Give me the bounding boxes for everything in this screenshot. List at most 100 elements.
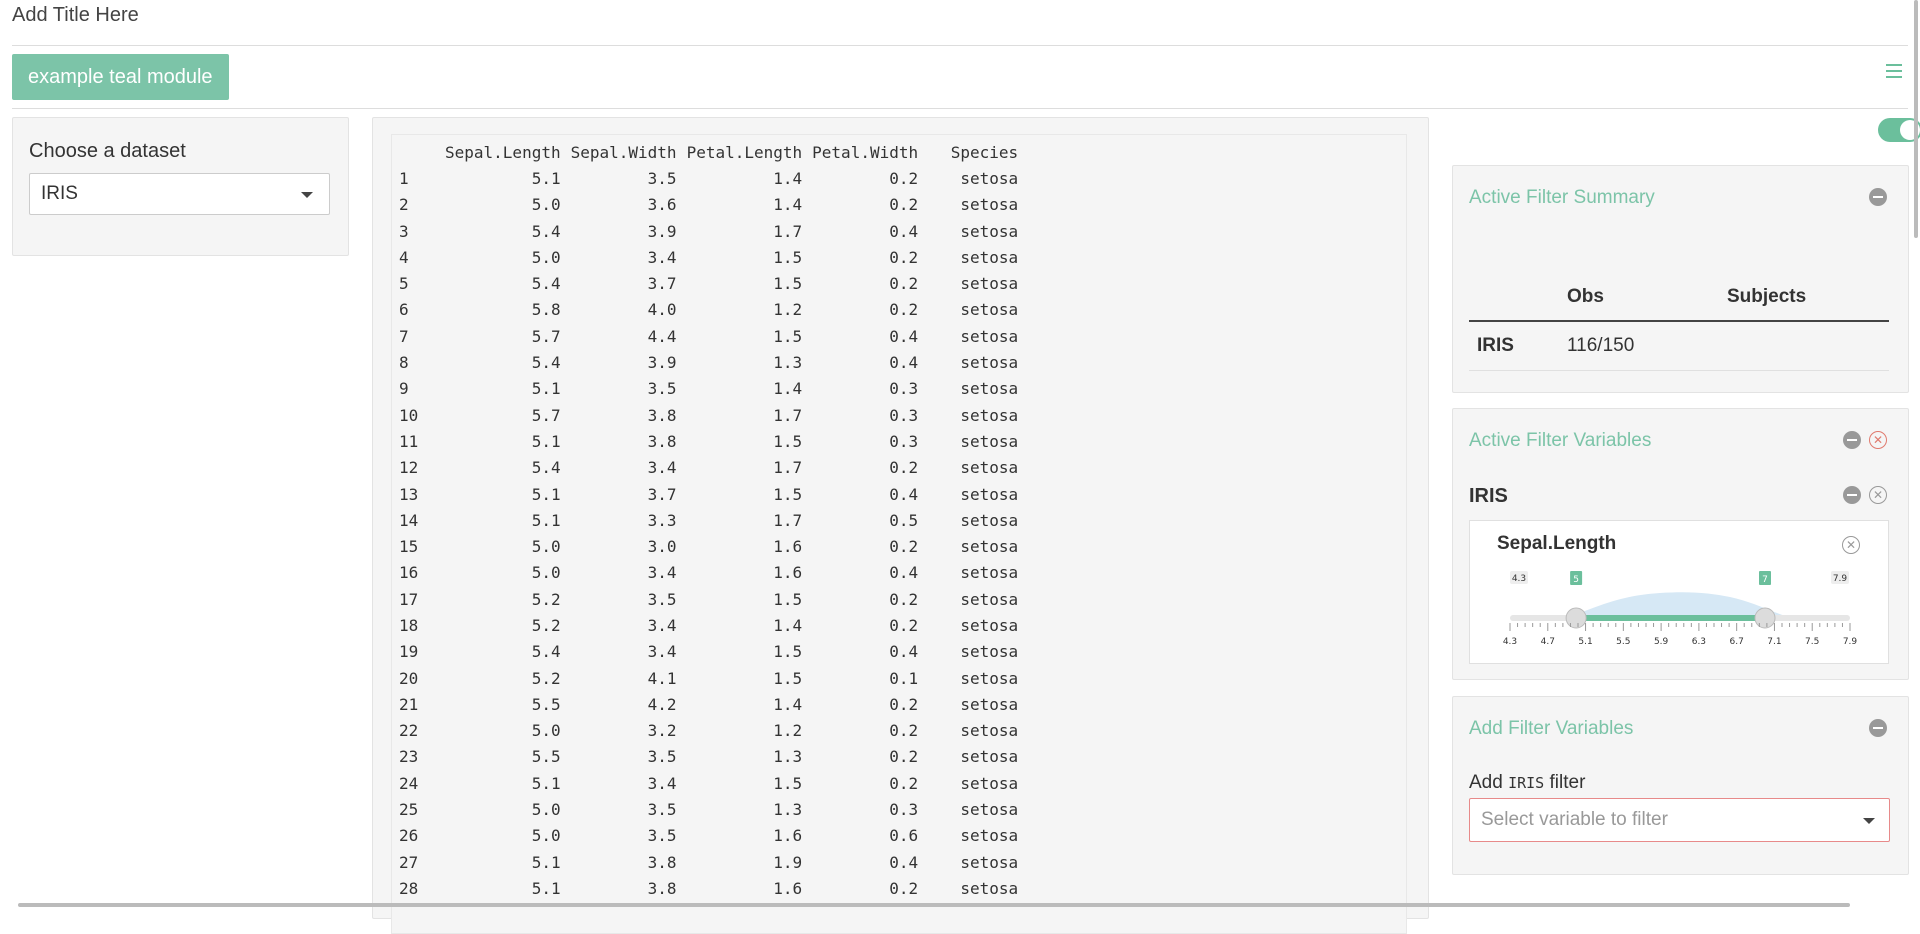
- table-cell: 0.4: [889, 642, 919, 662]
- table-cell: setosa: [960, 826, 1019, 846]
- table-cell: 0.4: [889, 353, 919, 373]
- dataset-select[interactable]: IRIS: [29, 173, 330, 215]
- slider-tick-label: 7.9: [1843, 637, 1858, 647]
- table-cell: 1.5: [773, 274, 803, 294]
- table-cell: 5.0: [531, 800, 561, 820]
- remove-all-filters-icon[interactable]: ✕: [1869, 431, 1887, 449]
- vertical-scrollbar[interactable]: [1914, 0, 1918, 238]
- slider-tick-label: 7.1: [1767, 637, 1781, 647]
- collapse-dataset-filters-icon[interactable]: [1843, 486, 1861, 504]
- table-cell: 3.5: [647, 168, 677, 188]
- summary-row: IRIS 116/150: [1469, 321, 1889, 371]
- table-cell: 0.2: [889, 458, 919, 478]
- active-filters-card: Active Filter Variables ✕ IRIS ✕ Sepal.L…: [1452, 408, 1909, 680]
- table-row: 26 5.0 3.5 1.6 0.6 setosa: [394, 823, 1023, 849]
- table-cell: 4.1: [647, 668, 677, 688]
- remove-filter-icon[interactable]: ✕: [1842, 536, 1860, 554]
- table-cell: 3.6: [647, 195, 677, 215]
- table-cell: 3.7: [647, 484, 677, 504]
- add-filter-label-suffix: filter: [1549, 772, 1586, 793]
- table-cell: 3.4: [647, 247, 677, 267]
- slider-handle-to[interactable]: [1754, 607, 1776, 629]
- table-cell: 3.9: [647, 353, 677, 373]
- summary-header-subjects: Subjects: [1726, 274, 1889, 322]
- table-cell: setosa: [960, 458, 1019, 478]
- row-index: 26: [399, 826, 419, 846]
- table-row: 23 5.5 3.5 1.3 0.2 setosa: [394, 744, 1023, 770]
- row-index: 3: [399, 221, 409, 241]
- table-cell: 5.0: [531, 826, 561, 846]
- row-index: 4: [399, 247, 409, 267]
- table-cell: 0.2: [889, 589, 919, 609]
- table-cell: 5.2: [531, 615, 561, 635]
- table-cell: 0.4: [889, 221, 919, 241]
- table-cell: 5.1: [531, 379, 561, 399]
- table-cell: setosa: [960, 694, 1019, 714]
- filter-variable-select[interactable]: Select variable to filter: [1469, 798, 1890, 842]
- remove-dataset-filters-icon[interactable]: ✕: [1869, 486, 1887, 504]
- collapse-active-filters-icon[interactable]: [1843, 431, 1861, 449]
- table-cell: 0.3: [889, 379, 919, 399]
- table-cell: 3.4: [647, 458, 677, 478]
- table-cell: setosa: [960, 589, 1019, 609]
- table-cell: 5.7: [531, 326, 561, 346]
- dataset-select-label: Choose a dataset: [29, 140, 186, 162]
- row-index: 6: [399, 300, 409, 320]
- table-cell: 1.4: [773, 195, 803, 215]
- table-row: 8 5.4 3.9 1.3 0.4 setosa: [394, 349, 1023, 375]
- slider-to-group: 7: [1754, 571, 1776, 629]
- table-row: 7 5.7 4.4 1.5 0.4 setosa: [394, 323, 1023, 349]
- table-cell: 1.4: [773, 694, 803, 714]
- horizontal-scrollbar[interactable]: [18, 903, 1850, 907]
- table-cell: 0.2: [889, 615, 919, 635]
- filter-summary-card: Active Filter Summary Obs Subjects IRIS …: [1452, 165, 1909, 393]
- slider-handle-from[interactable]: [1565, 607, 1587, 629]
- collapse-add-filter-icon[interactable]: [1869, 719, 1887, 737]
- table-row: 24 5.1 3.4 1.5 0.2 setosa: [394, 770, 1023, 796]
- table-cell: 0.4: [889, 326, 919, 346]
- table-cell: 0.2: [889, 300, 919, 320]
- table-header-index: [394, 139, 440, 165]
- row-index: 16: [399, 563, 419, 583]
- table-cell: setosa: [960, 721, 1019, 741]
- table-row: 4 5.0 3.4 1.5 0.2 setosa: [394, 244, 1023, 270]
- table-cell: setosa: [960, 195, 1019, 215]
- table-cell: 1.3: [773, 353, 803, 373]
- table-cell: 1.7: [773, 458, 803, 478]
- row-index: 25: [399, 800, 419, 820]
- table-cell: setosa: [960, 878, 1019, 898]
- table-cell: setosa: [960, 668, 1019, 688]
- table-row: 28 5.1 3.8 1.6 0.2 setosa: [394, 875, 1023, 901]
- slider-tick-label: 6.3: [1692, 637, 1706, 647]
- table-cell: 5.2: [531, 668, 561, 688]
- table-cell: 1.7: [773, 221, 803, 241]
- table-cell: 5.0: [531, 721, 561, 741]
- table-cell: 4.4: [647, 326, 677, 346]
- range-slider[interactable]: 4.3 7.9 5 7 4.3 4.7 5.1 5.5 5.9 6.3 6.7 7.1 7.5 7…: [1470, 561, 1888, 661]
- table-cell: 0.2: [889, 878, 919, 898]
- table-header-cell: Sepal.Length: [445, 142, 561, 162]
- row-index: 19: [399, 642, 419, 662]
- table-row: 2 5.0 3.6 1.4 0.2 setosa: [394, 192, 1023, 218]
- table-cell: 3.5: [647, 379, 677, 399]
- table-row: 16 5.0 3.4 1.6 0.4 setosa: [394, 560, 1023, 586]
- tab-example-teal-module[interactable]: example teal module: [12, 54, 229, 100]
- table-cell: 3.8: [647, 431, 677, 451]
- table-cell: setosa: [960, 773, 1019, 793]
- table-row: 27 5.1 3.8 1.9 0.4 setosa: [394, 849, 1023, 875]
- menu-icon[interactable]: [1886, 64, 1902, 78]
- collapse-summary-icon[interactable]: [1869, 188, 1887, 206]
- table-cell: 5.1: [531, 878, 561, 898]
- table-cell: 5.0: [531, 537, 561, 557]
- table-cell: setosa: [960, 431, 1019, 451]
- table-cell: 1.3: [773, 800, 803, 820]
- table-cell: 1.5: [773, 642, 803, 662]
- table-cell: 1.7: [773, 405, 803, 425]
- table-cell: 1.5: [773, 431, 803, 451]
- table-cell: 0.2: [889, 747, 919, 767]
- filter-variable-name: Sepal.Length: [1497, 533, 1617, 554]
- table-cell: 0.2: [889, 773, 919, 793]
- table-cell: setosa: [960, 800, 1019, 820]
- table-cell: 5.1: [531, 510, 561, 530]
- row-index: 12: [399, 458, 419, 478]
